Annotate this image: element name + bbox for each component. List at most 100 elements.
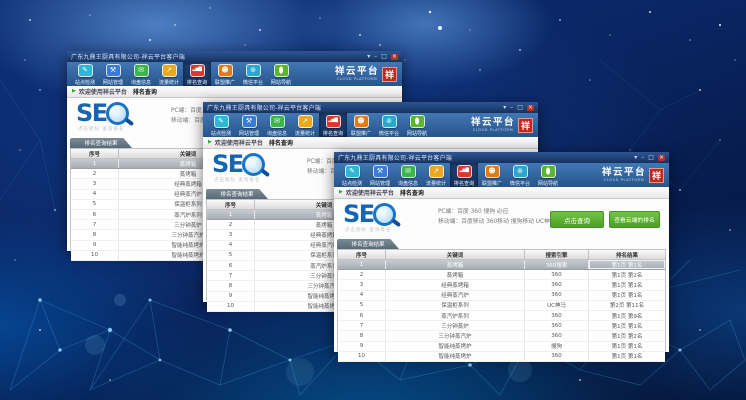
table-row[interactable]: 1蒸烤箱360搜索第1页 第1名	[338, 260, 665, 270]
window-titlebar[interactable]: 广东九鼎王厨具有限公司-祥云平台客户端 ▾ – □ ×	[67, 51, 402, 62]
toolbar-item-2[interactable]: ⚒网站管理	[235, 113, 263, 137]
toolbar-item-6[interactable]: ☻联盟推广	[211, 62, 239, 86]
table-row[interactable]: 6蒸汽炉系列360第1页 第9名	[338, 311, 665, 321]
seo-caption: 点击图标 查询排名	[214, 177, 260, 183]
table-cell: 6	[207, 261, 255, 270]
table-row[interactable]: 2蒸烤箱360第1页 第2名	[338, 270, 665, 280]
toolbar-item-8[interactable]: ●网站导航	[403, 113, 431, 137]
toolbar-item-label: 流量统计	[426, 179, 446, 186]
table-cell: 2	[71, 169, 119, 178]
table-cell: 第2页 第11名	[589, 301, 665, 310]
toolbar-item-6[interactable]: ☻联盟推广	[347, 113, 375, 137]
toolbar-item-7[interactable]: ⊚微信平台	[239, 62, 267, 86]
window-controls: ▾ – □ ×	[634, 155, 665, 161]
toolbar-item-3[interactable]: ✉询盘信息	[394, 163, 422, 187]
toolbar-item-label: 站点检测	[75, 78, 95, 85]
maximize-button[interactable]: □	[517, 105, 523, 111]
toolbar-item-label: 微信平台	[510, 179, 530, 186]
table-cell: 360搜索	[525, 260, 589, 269]
seo-wordmark: SE	[212, 153, 243, 175]
toolbar-item-1[interactable]: ✎站点检测	[338, 163, 366, 187]
联盟推广-icon: ☻	[354, 115, 369, 128]
table-row[interactable]: 5保温柜系列UC神马第2页 第11名	[338, 301, 665, 311]
close-button[interactable]: ×	[658, 155, 665, 161]
close-button[interactable]: ×	[391, 54, 398, 60]
col-header-index: 序号	[338, 250, 386, 259]
table-row[interactable]: 7三分钟蒸炉360第1页 第1名	[338, 321, 665, 331]
table-cell: 360	[525, 331, 589, 340]
tab-ranking-results[interactable]: 排名查询结果	[337, 239, 399, 249]
toolbar-item-1[interactable]: ✎站点检测	[71, 62, 99, 86]
close-button[interactable]: ×	[527, 105, 534, 111]
toolbar-item-8[interactable]: ●网站导航	[534, 163, 562, 187]
toolbar-item-4[interactable]: ↗流量统计	[422, 163, 450, 187]
toolbar-item-7[interactable]: ⊚微信平台	[506, 163, 534, 187]
toolbar-item-4[interactable]: ↗流量统计	[155, 62, 183, 86]
toolbar-item-4[interactable]: ↗流量统计	[291, 113, 319, 137]
联盟推广-icon: ☻	[218, 64, 233, 77]
table-row[interactable]: 10智能纯蒸烤炉360第1页 第1名	[338, 352, 665, 362]
table-cell: 智能纯蒸烤炉	[386, 342, 525, 351]
seo-logo: SE	[343, 203, 396, 226]
table-cell: 第1页 第1名	[589, 342, 665, 351]
skin-button[interactable]: ▾	[367, 54, 370, 60]
table-row[interactable]: 9智能纯蒸烤炉搜狗第1页 第1名	[338, 342, 665, 352]
skin-button[interactable]: ▾	[503, 105, 506, 111]
table-cell: 3	[71, 179, 119, 188]
minimize-button[interactable]: –	[510, 105, 513, 111]
table-cell: 第1页 第1名	[589, 280, 665, 289]
table-cell: 7	[71, 220, 119, 229]
window-titlebar[interactable]: 广东九鼎王厨具有限公司-祥云平台客户端 ▾ – □ ×	[334, 152, 669, 163]
table-row[interactable]: 4经典蒸汽炉360第1页 第1名	[338, 291, 665, 301]
toolbar-item-label: 站点检测	[211, 129, 231, 136]
table-cell: 蒸烤箱	[386, 260, 525, 269]
table-cell: 7	[338, 321, 386, 330]
engine-info-mobile: 移动端：百度移动 360移动 搜狗移动 UC神马	[438, 217, 556, 227]
toolbar-item-5[interactable]: ▂▅▇排名查询	[450, 163, 478, 187]
table-cell: 360	[525, 352, 589, 361]
query-button[interactable]: 点击查询	[550, 211, 604, 228]
view-cloud-ranking-button[interactable]: 查看云端的排名	[609, 211, 660, 228]
tab-ranking-results[interactable]: 排名查询结果	[206, 189, 268, 199]
main-toolbar: ✎站点检测⚒网站管理✉询盘信息↗流量统计▂▅▇排名查询☻联盟推广⊚微信平台●网站…	[67, 62, 402, 86]
table-row[interactable]: 8三分钟蒸汽炉360第1页 第2名	[338, 331, 665, 341]
toolbar-item-8[interactable]: ●网站导航	[267, 62, 295, 86]
toolbar-item-7[interactable]: ⊚微信平台	[375, 113, 403, 137]
table-row[interactable]: 3经典蒸烤箱360第1页 第1名	[338, 280, 665, 290]
联盟推广-icon: ☻	[485, 165, 500, 178]
toolbar-item-3[interactable]: ✉询盘信息	[263, 113, 291, 137]
table-cell: 保温柜系列	[386, 301, 525, 310]
table-cell: 9	[338, 342, 386, 351]
toolbar-item-3[interactable]: ✉询盘信息	[127, 62, 155, 86]
minimize-button[interactable]: –	[641, 155, 644, 161]
maximize-button[interactable]: □	[648, 155, 654, 161]
col-header-engine: 搜索引擎	[525, 250, 589, 259]
table-cell: 10	[207, 302, 255, 311]
skin-button[interactable]: ▾	[634, 155, 637, 161]
section-title: 排名查询	[133, 87, 157, 96]
table-body: 1蒸烤箱360搜索第1页 第1名2蒸烤箱360第1页 第2名3经典蒸烤箱360第…	[338, 260, 665, 362]
toolbar-item-5[interactable]: ▂▅▇排名查询	[183, 62, 211, 86]
main-toolbar: ✎站点检测⚒网站管理✉询盘信息↗流量统计▂▅▇排名查询☻联盟推广⊚微信平台●网站…	[334, 163, 669, 187]
table-cell: 第1页 第2名	[589, 270, 665, 279]
toolbar-item-label: 询盘信息	[131, 78, 151, 85]
toolbar-item-2[interactable]: ⚒网站管理	[366, 163, 394, 187]
table-cell: 5	[71, 200, 119, 209]
tab-ranking-results[interactable]: 排名查询结果	[70, 138, 132, 148]
toolbar-item-2[interactable]: ⚒网站管理	[99, 62, 127, 86]
toolbar-item-6[interactable]: ☻联盟推广	[478, 163, 506, 187]
window-title: 广东九鼎王厨具有限公司-祥云平台客户端	[338, 153, 452, 162]
maximize-button[interactable]: □	[381, 54, 387, 60]
minimize-button[interactable]: –	[374, 54, 377, 60]
window-titlebar[interactable]: 广东九鼎王厨具有限公司-祥云平台客户端 ▾ – □ ×	[203, 102, 538, 113]
微信平台-icon: ⊚	[246, 64, 261, 77]
engine-info-pc: PC端：百度 360 搜狗 必应	[438, 207, 556, 217]
toolbar-item-5[interactable]: ▂▅▇排名查询	[319, 113, 347, 137]
brand-area: 祥云平台 CLOUD PLATFORM 祥	[335, 62, 398, 86]
toolbar-item-1[interactable]: ✎站点检测	[207, 113, 235, 137]
table-cell: 第1页 第1名	[589, 291, 665, 300]
toolbar-item-label: 询盘信息	[267, 129, 287, 136]
toolbar-item-label: 询盘信息	[398, 179, 418, 186]
toolbar-item-label: 网站管理	[239, 129, 259, 136]
网站管理-icon: ⚒	[373, 165, 388, 178]
